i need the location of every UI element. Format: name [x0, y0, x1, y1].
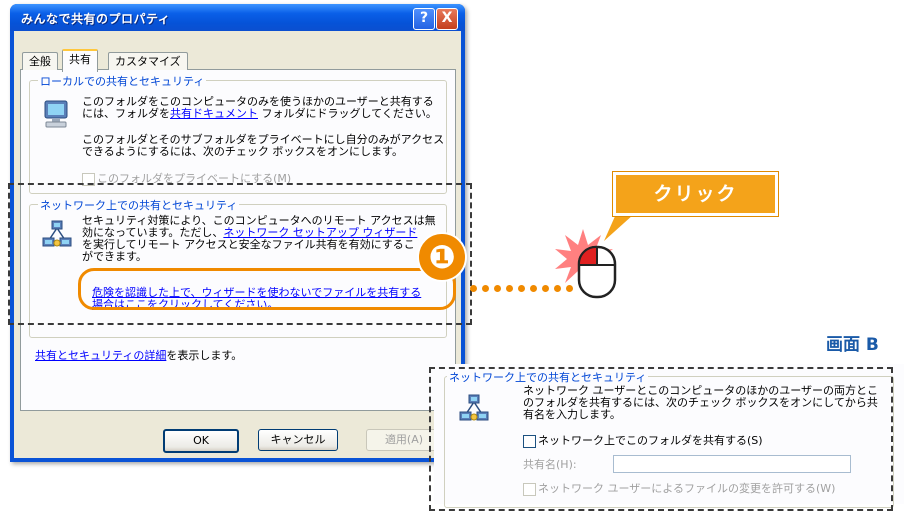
screen-b-label: 画面 B: [826, 335, 879, 355]
connector-dot: [506, 285, 513, 292]
click-callout: クリック: [613, 172, 778, 216]
tab-general[interactable]: 全般: [22, 52, 58, 70]
title-bar[interactable]: みんなで共有のプロパティ ? X: [10, 4, 465, 31]
private-text-line2: できるようにするには、次のチェック ボックスをオンにします。: [82, 145, 403, 158]
link-highlight-oval: [78, 268, 456, 310]
help-button[interactable]: ?: [413, 8, 435, 30]
local-sharing-legend: ローカルでの共有とセキュリティ: [38, 73, 207, 89]
local-sharing-text-prefix: には、フォルダを: [82, 107, 170, 120]
screen-b-highlight-box: [429, 367, 893, 511]
cancel-button[interactable]: キャンセル: [258, 429, 338, 451]
computer-icon: [44, 100, 68, 128]
tab-customize[interactable]: カスタマイズ: [108, 52, 188, 70]
shared-documents-link[interactable]: 共有ドキュメント: [170, 107, 258, 120]
connector-dot: [494, 285, 501, 292]
connector-dot: [530, 285, 537, 292]
connector-dot: [482, 285, 489, 292]
ok-button[interactable]: OK: [163, 429, 239, 453]
dialog-title: みんなで共有のプロパティ: [21, 12, 171, 26]
details-line: 共有とセキュリティの詳細を表示します。: [35, 350, 242, 362]
connector-dot: [470, 285, 477, 292]
close-button[interactable]: X: [436, 8, 458, 30]
step-1-badge: ❶: [417, 232, 467, 282]
local-sharing-group: ローカルでの共有とセキュリティ このフォルダをこのコンピュータのみを使うほかのユ…: [29, 73, 447, 194]
sharing-security-details-link[interactable]: 共有とセキュリティの詳細: [35, 349, 166, 362]
connector-dot: [518, 285, 525, 292]
tab-sharing[interactable]: 共有: [62, 49, 98, 72]
connector-dot: [542, 285, 549, 292]
details-suffix: を表示します。: [166, 349, 243, 362]
local-sharing-text-suffix: フォルダにドラッグしてください。: [258, 107, 437, 120]
local-sharing-text-line2: には、フォルダを共有ドキュメント フォルダにドラッグしてください。: [82, 108, 437, 120]
